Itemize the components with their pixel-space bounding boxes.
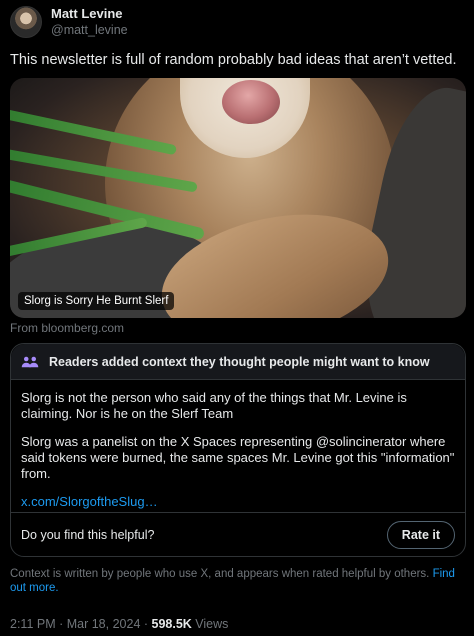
note-paragraph: Slorg was a panelist on the X Spaces rep… <box>21 434 455 481</box>
community-notes-disclaimer: Context is written by people who use X, … <box>10 567 466 595</box>
author-display-name[interactable]: Matt Levine <box>51 6 128 22</box>
tweet-header: Matt Levine @matt_levine <box>10 6 128 38</box>
helpful-question: Do you find this helpful? <box>21 527 155 542</box>
tweet-meta: 2:11 PM · Mar 18, 2024 · 598.5K Views <box>10 617 228 631</box>
community-note-body: Slorg is not the person who said any of … <box>11 380 465 510</box>
tweet-text: This newsletter is full of random probab… <box>10 52 457 68</box>
media-caption: Slorg is Sorry He Burnt Slerf <box>18 292 175 310</box>
views-label: Views <box>191 617 229 631</box>
community-note: Readers added context they thought peopl… <box>10 343 466 557</box>
tweet-media-card[interactable]: Slorg is Sorry He Burnt Slerf <box>10 78 466 318</box>
views-count: 598.5K <box>151 617 192 631</box>
media-source[interactable]: From bloomberg.com <box>10 321 124 335</box>
rate-it-button[interactable]: Rate it <box>386 520 455 549</box>
note-source-link[interactable]: x.com/SlorgoftheSlug… <box>21 494 158 509</box>
note-rating-row: Do you find this helpful? Rate it <box>11 512 465 556</box>
community-note-title: Readers added context they thought peopl… <box>49 354 430 369</box>
disclaimer-text: Context is written by people who use X, … <box>10 568 430 580</box>
author-names: Matt Levine @matt_levine <box>51 6 128 38</box>
author-handle[interactable]: @matt_levine <box>51 22 128 38</box>
community-note-header: Readers added context they thought peopl… <box>11 344 465 380</box>
people-icon <box>21 356 39 367</box>
timestamp[interactable]: 2:11 PM · Mar 18, 2024 · <box>10 617 152 631</box>
sloth-nose <box>222 80 280 124</box>
avatar[interactable] <box>10 6 42 38</box>
note-paragraph: Slorg is not the person who said any of … <box>21 390 407 421</box>
